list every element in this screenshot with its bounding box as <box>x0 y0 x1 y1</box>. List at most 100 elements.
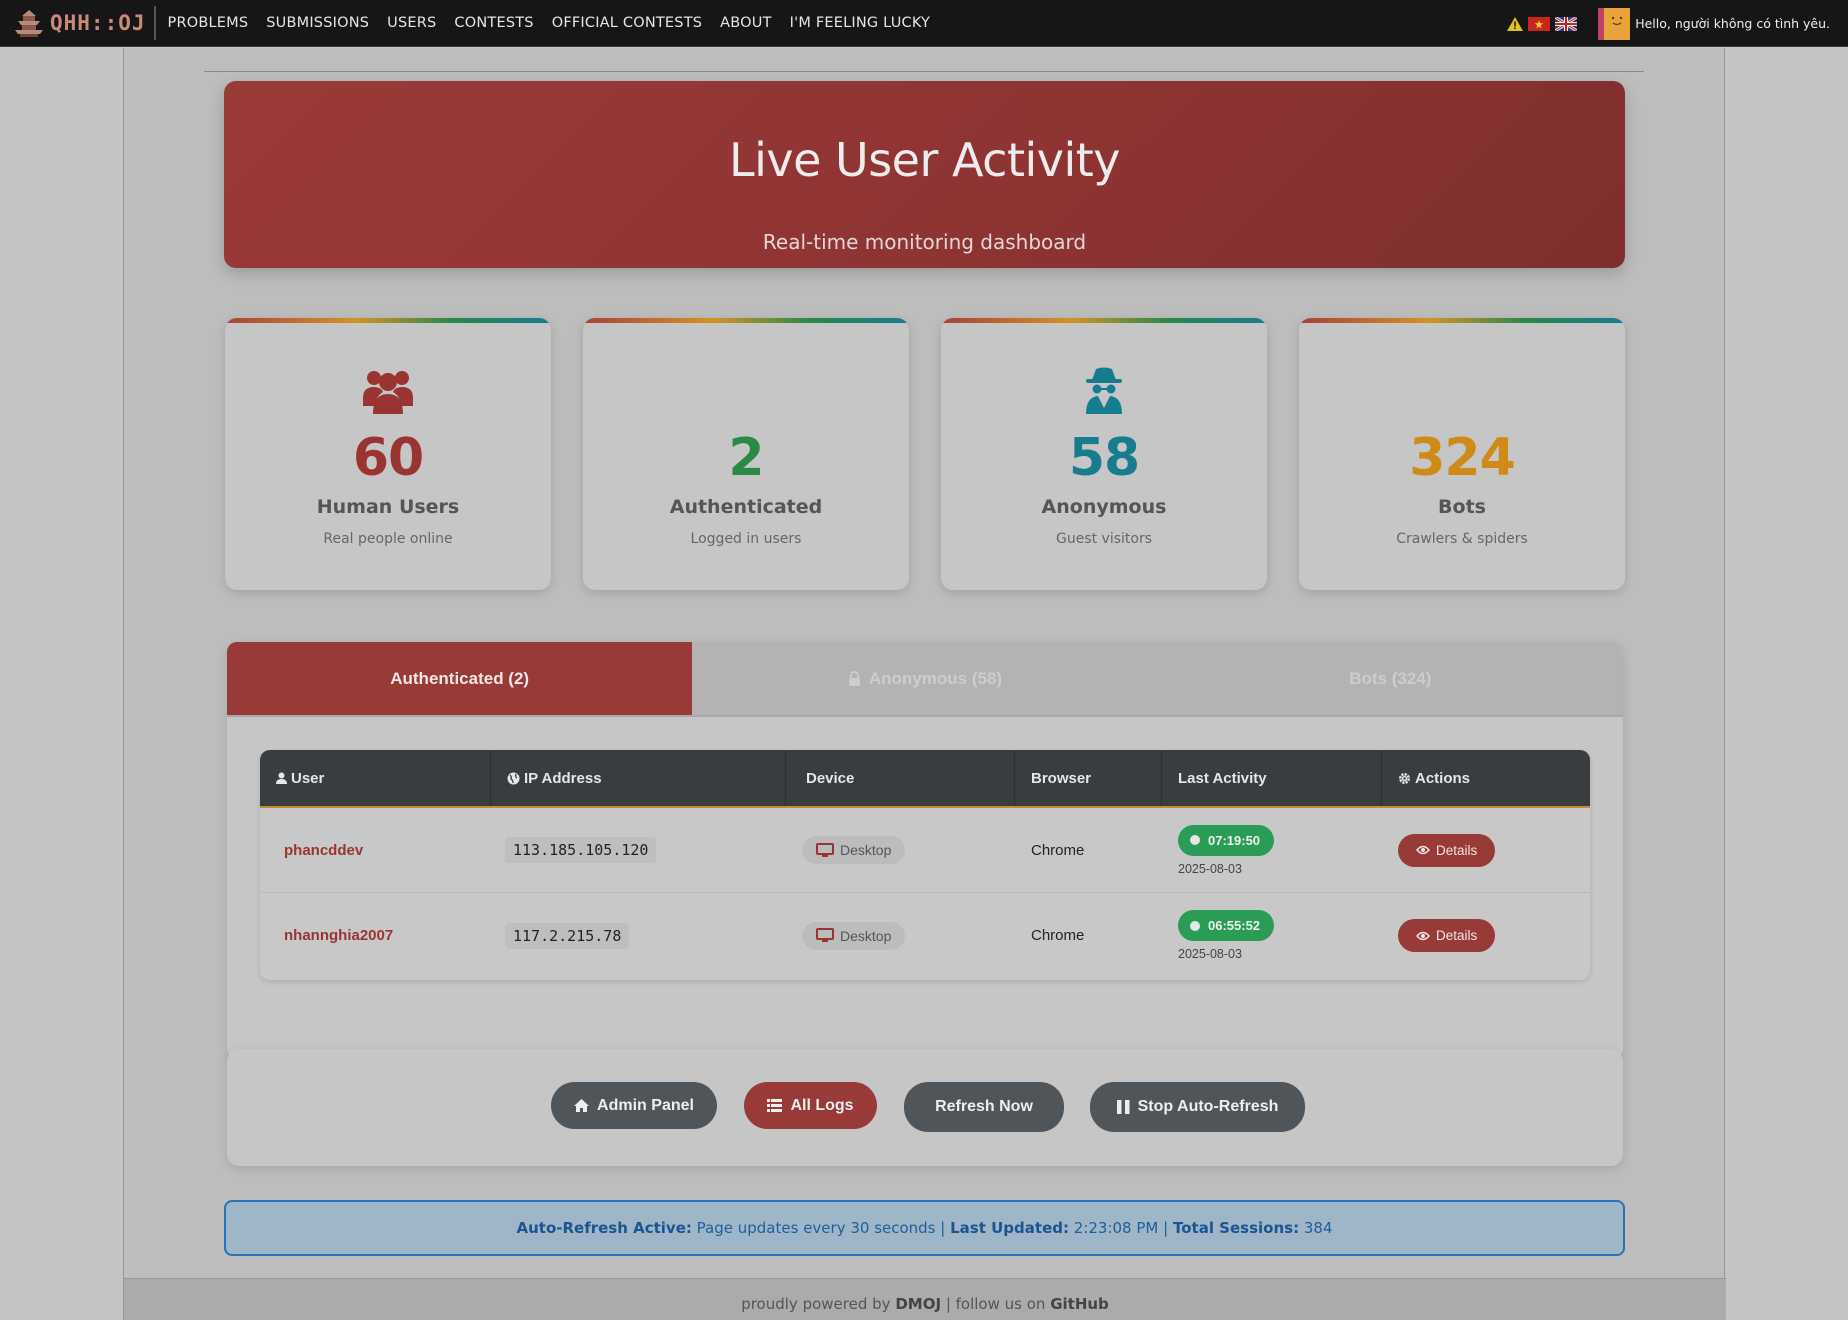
table-row: phancddev 113.185.105.120 Desktop Chrome… <box>260 808 1590 893</box>
lock-icon <box>848 671 860 686</box>
card-accent-bar <box>941 318 1267 323</box>
nav-submissions[interactable]: SUBMISSIONS <box>266 15 369 31</box>
vietnam-flag-icon[interactable] <box>1528 16 1551 31</box>
pause-icon <box>1116 1100 1130 1114</box>
column-header-browser[interactable]: Browser <box>1015 750 1162 806</box>
button-label: Stop Auto-Refresh <box>1137 1098 1279 1115</box>
nav-about[interactable]: ABOUT <box>720 15 772 31</box>
device-badge: Desktop <box>802 921 906 950</box>
stat-value: 2 <box>728 428 764 488</box>
avatar[interactable] <box>1598 7 1631 40</box>
column-header-device[interactable]: Device <box>786 750 1015 806</box>
globe-icon <box>507 772 520 784</box>
sessions-panel: Authenticated (2) Anonymous (58) Bots (3… <box>227 642 1623 1060</box>
browser-name: Chrome <box>1031 927 1085 944</box>
user-greeting[interactable]: Hello, người không có tình yêu. <box>1635 16 1830 31</box>
auto-refresh-text: Page updates every 30 seconds <box>696 1219 936 1237</box>
details-button[interactable]: Details <box>1398 919 1496 952</box>
card-accent-bar <box>583 318 909 323</box>
gear-icon <box>1399 772 1410 784</box>
tab-authenticated[interactable]: Authenticated (2) <box>227 642 693 715</box>
details-label: Details <box>1436 842 1478 858</box>
header-label: Last Activity <box>1178 769 1267 787</box>
nav-user-area: Hello, người không có tình yêu. <box>1506 0 1830 47</box>
footer-prefix: proudly powered by <box>741 1295 891 1313</box>
button-label: Refresh Now <box>935 1098 1033 1115</box>
activity-time-badge: 07:19:50 <box>1178 824 1275 856</box>
warning-icon[interactable] <box>1506 16 1524 32</box>
stat-card-authenticated: 2 Authenticated Logged in users <box>583 318 909 590</box>
admin-panel-button[interactable]: Admin Panel <box>551 1082 717 1129</box>
card-accent-bar <box>1299 318 1625 323</box>
tab-label: Bots (324) <box>1349 668 1432 688</box>
eye-icon <box>1416 845 1430 855</box>
user-icon <box>276 772 287 784</box>
stat-value: 60 <box>352 428 424 488</box>
tab-bots[interactable]: Bots (324) <box>1158 642 1623 715</box>
activity-time: 07:19:50 <box>1208 832 1261 848</box>
table-row: nhannghia2007 117.2.215.78 Desktop Chrom… <box>260 893 1590 978</box>
uk-flag-icon[interactable] <box>1555 16 1578 31</box>
page-title: Live User Activity <box>728 133 1121 187</box>
nav-contests[interactable]: CONTESTS <box>454 15 533 31</box>
nav-official-contests[interactable]: OFFICIAL CONTESTS <box>552 15 702 31</box>
stat-card-anonymous: 58 Anonymous Guest visitors <box>941 318 1267 590</box>
footer-middle: | follow us on <box>945 1295 1046 1313</box>
users-icon <box>363 371 413 414</box>
page-footer: proudly powered by DMOJ | follow us on G… <box>124 1278 1726 1320</box>
pagoda-logo-icon <box>15 10 43 37</box>
dmoj-link[interactable]: DMOJ <box>895 1295 941 1313</box>
tab-anonymous[interactable]: Anonymous (58) <box>692 642 1157 715</box>
refresh-now-button[interactable]: Refresh Now <box>904 1082 1064 1132</box>
divider <box>204 71 1644 72</box>
header-label: Browser <box>1031 769 1092 787</box>
device-badge: Desktop <box>802 836 906 864</box>
card-accent-bar <box>225 318 551 323</box>
action-buttons-panel: Admin Panel All Logs Refresh Now Stop Au… <box>227 1049 1623 1166</box>
device-label: Desktop <box>840 842 892 858</box>
username-link[interactable]: phancddev <box>284 842 363 859</box>
site-logo[interactable]: QHH::OJ <box>0 0 146 47</box>
eye-icon <box>1416 931 1430 940</box>
tab-label: Anonymous (58) <box>868 668 1003 688</box>
nav-users[interactable]: USERS <box>387 15 436 31</box>
auto-refresh-status: Auto-Refresh Active: Page updates every … <box>224 1200 1625 1256</box>
stat-label: Bots <box>1438 496 1486 518</box>
button-label: Admin Panel <box>597 1096 694 1114</box>
avatar-face-icon <box>1611 16 1623 25</box>
top-navbar: QHH::OJ PROBLEMS SUBMISSIONS USERS CONTE… <box>0 0 1848 47</box>
browser-name: Chrome <box>1031 841 1085 859</box>
separator: | <box>1163 1219 1169 1237</box>
last-updated-label: Last Updated: <box>950 1219 1069 1237</box>
stat-label: Human Users <box>316 496 460 518</box>
activity-date: 2025-08-03 <box>1178 861 1242 876</box>
stat-description: Logged in users <box>690 531 802 547</box>
stat-description: Real people online <box>323 531 453 547</box>
nav-problems[interactable]: PROBLEMS <box>168 15 249 31</box>
nav-feeling-lucky[interactable]: I'M FEELING LUCKY <box>790 15 930 31</box>
home-icon <box>574 1099 590 1112</box>
github-link[interactable]: GitHub <box>1050 1295 1109 1313</box>
all-logs-button[interactable]: All Logs <box>744 1082 877 1129</box>
column-header-ip[interactable]: IP Address <box>491 750 786 806</box>
stat-value: 58 <box>1068 428 1140 488</box>
header-label: User <box>291 769 325 787</box>
desktop-icon <box>816 842 834 857</box>
total-sessions-label: Total Sessions: <box>1172 1219 1300 1237</box>
stop-auto-refresh-button[interactable]: Stop Auto-Refresh <box>1090 1082 1305 1132</box>
username-link[interactable]: nhannghia2007 <box>284 927 393 944</box>
column-header-actions: Actions <box>1382 750 1590 806</box>
header-label: IP Address <box>524 769 602 787</box>
stat-card-human-users: 60 Human Users Real people online <box>225 318 551 590</box>
stat-description: Crawlers & spiders <box>1396 531 1528 547</box>
details-button[interactable]: Details <box>1398 833 1496 867</box>
total-sessions-value: 384 <box>1303 1219 1333 1237</box>
column-header-last-activity[interactable]: Last Activity <box>1162 750 1382 806</box>
content-container: Live User Activity Real-time monitoring … <box>123 48 1726 1320</box>
stat-value: 324 <box>1409 428 1516 488</box>
column-header-user[interactable]: User <box>260 750 491 806</box>
online-dot-icon <box>1190 920 1200 931</box>
details-label: Details <box>1436 928 1478 943</box>
hero-banner: Live User Activity Real-time monitoring … <box>224 81 1625 268</box>
desktop-icon <box>816 928 834 942</box>
